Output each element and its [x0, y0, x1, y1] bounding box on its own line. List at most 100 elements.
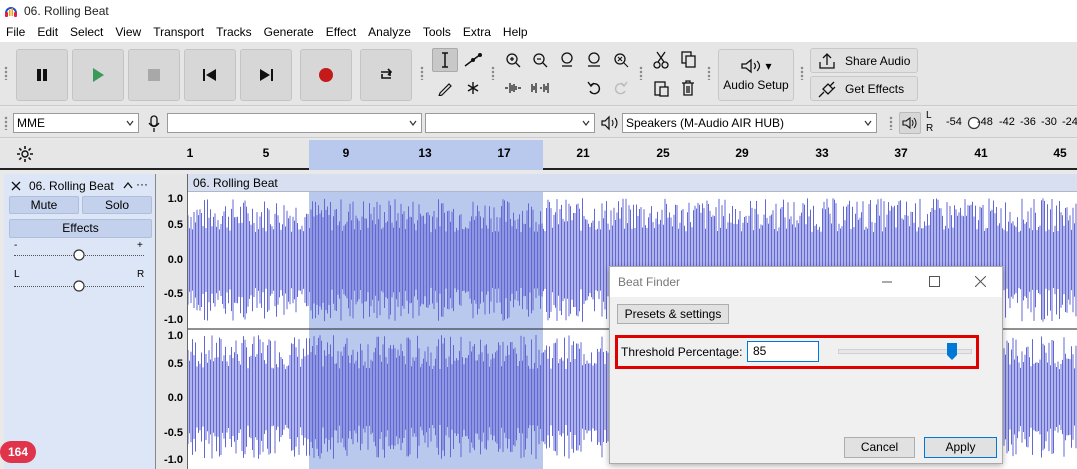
copy-icon [681, 51, 696, 68]
recording-channels-select[interactable] [425, 113, 595, 133]
play-button[interactable] [72, 49, 124, 101]
threshold-slider-thumb[interactable] [946, 343, 957, 361]
get-effects-button[interactable]: Get Effects [810, 76, 918, 101]
playback-meter-button[interactable] [899, 112, 921, 134]
timeline-ruler[interactable]: 1 5 9 13 17 21 25 29 33 37 41 45 [0, 140, 1077, 170]
mute-button[interactable]: Mute [9, 196, 79, 214]
main-toolbar: ▾ Audio Setup Share Audio Get Effects [0, 42, 1077, 106]
cut-button[interactable] [648, 48, 674, 72]
track-name[interactable]: 06. Rolling Beat [29, 179, 125, 193]
meter-tick: -42 [999, 116, 1015, 128]
skip-to-end-button[interactable] [240, 49, 292, 101]
scale-label: -1.0 [164, 314, 183, 326]
menu-bar: File Edit Select View Transport Tracks G… [0, 22, 1077, 42]
undo-icon [587, 81, 601, 95]
menu-effect[interactable]: Effect [320, 25, 362, 39]
share-audio-button[interactable]: Share Audio [810, 48, 918, 73]
track-menu-button[interactable]: ··· [136, 177, 148, 191]
close-icon[interactable] [11, 181, 21, 191]
track-control-panel[interactable]: 06. Rolling Beat ··· Mute Solo Effects -… [4, 174, 156, 469]
stop-icon [148, 69, 160, 81]
fit-project-button[interactable] [581, 48, 607, 72]
apply-button[interactable]: Apply [924, 437, 997, 458]
toolbar-grip[interactable] [491, 66, 495, 80]
meter-right-label: R [926, 123, 934, 134]
scale-label: -0.5 [164, 288, 183, 300]
toolbar-grip[interactable] [889, 116, 893, 130]
scale-label: 0.0 [167, 254, 183, 266]
selection-tool-button[interactable] [432, 48, 458, 72]
cancel-button[interactable]: Cancel [844, 437, 915, 458]
gain-plus-label: + [137, 240, 143, 251]
clip-header[interactable]: 06. Rolling Beat [188, 174, 1077, 192]
stop-button[interactable] [128, 49, 180, 101]
gear-icon[interactable] [16, 145, 34, 163]
play-icon [93, 68, 104, 82]
fit-selection-button[interactable] [554, 48, 580, 72]
dialog-title: Beat Finder [618, 275, 681, 289]
recording-device-select[interactable] [167, 113, 422, 133]
menu-tools[interactable]: Tools [417, 25, 457, 39]
dialog-title-bar: Beat Finder [610, 267, 1002, 297]
menu-help[interactable]: Help [497, 25, 534, 39]
solo-button[interactable]: Solo [82, 196, 152, 214]
audio-setup-button[interactable]: ▾ Audio Setup [718, 49, 794, 101]
pause-button[interactable] [16, 49, 68, 101]
menu-generate[interactable]: Generate [258, 25, 320, 39]
ruler-tick: 13 [418, 146, 432, 160]
playback-device-select[interactable]: Speakers (M-Audio AIR HUB) [622, 113, 877, 133]
draw-tool-button[interactable] [432, 76, 458, 100]
toolbar-grip[interactable] [420, 66, 424, 80]
pan-slider-thumb[interactable] [73, 280, 85, 292]
audacity-logo-icon [5, 7, 17, 17]
zoom-out-button[interactable] [527, 48, 553, 72]
trim-audio-button[interactable] [500, 76, 526, 100]
menu-edit[interactable]: Edit [31, 25, 64, 39]
multi-tool-button[interactable] [460, 76, 486, 100]
close-icon[interactable] [975, 276, 986, 287]
toolbar-grip[interactable] [707, 66, 711, 80]
silence-audio-button[interactable] [527, 76, 553, 100]
menu-extra[interactable]: Extra [457, 25, 497, 39]
meter-tick: -30 [1041, 116, 1057, 128]
zoom-toggle-button[interactable] [608, 48, 634, 72]
skip-to-start-button[interactable] [184, 49, 236, 101]
menu-file[interactable]: File [0, 25, 31, 39]
toolbar-grip[interactable] [4, 66, 8, 80]
playback-meter[interactable]: -54 -48 -42 -36 -30 -24 [936, 116, 1077, 130]
menu-transport[interactable]: Transport [147, 25, 210, 39]
minimize-icon[interactable] [882, 277, 892, 287]
undo-button[interactable] [581, 76, 607, 100]
loop-button[interactable] [360, 49, 412, 101]
record-button[interactable] [300, 49, 352, 101]
delete-button[interactable] [675, 76, 701, 100]
toolbar-grip[interactable] [4, 116, 8, 130]
menu-select[interactable]: Select [64, 25, 109, 39]
gain-slider-thumb[interactable] [73, 249, 85, 261]
maximize-icon[interactable] [929, 276, 940, 287]
toolbar-grip[interactable] [800, 66, 804, 80]
chevron-up-icon[interactable] [123, 181, 133, 189]
audio-setup-dropdown-arrow: ▾ [765, 59, 772, 73]
paste-button[interactable] [648, 76, 674, 100]
redo-button[interactable] [608, 76, 634, 100]
asterisk-icon [467, 82, 479, 94]
meter-tick: -36 [1020, 116, 1036, 128]
amplitude-scale[interactable]: 1.0 0.5 0.0 -0.5 -1.0 1.0 0.5 0.0 -0.5 -… [156, 174, 188, 469]
menu-analyze[interactable]: Analyze [362, 25, 417, 39]
scale-label: -1.0 [164, 454, 183, 466]
share-audio-label: Share Audio [845, 53, 911, 68]
notification-badge[interactable]: 164 [0, 441, 36, 463]
threshold-input[interactable]: 85 [747, 341, 819, 362]
menu-tracks[interactable]: Tracks [210, 25, 258, 39]
toolbar-grip[interactable] [639, 66, 643, 80]
presets-settings-button[interactable]: Presets & settings [617, 304, 729, 324]
zoom-in-button[interactable] [500, 48, 526, 72]
get-effects-label: Get Effects [845, 81, 905, 96]
effects-button[interactable]: Effects [9, 219, 152, 238]
ruler-tick: 9 [342, 146, 350, 160]
menu-view[interactable]: View [109, 25, 147, 39]
copy-button[interactable] [675, 48, 701, 72]
audio-host-select[interactable]: MME [13, 113, 139, 133]
envelope-tool-button[interactable] [460, 48, 486, 72]
